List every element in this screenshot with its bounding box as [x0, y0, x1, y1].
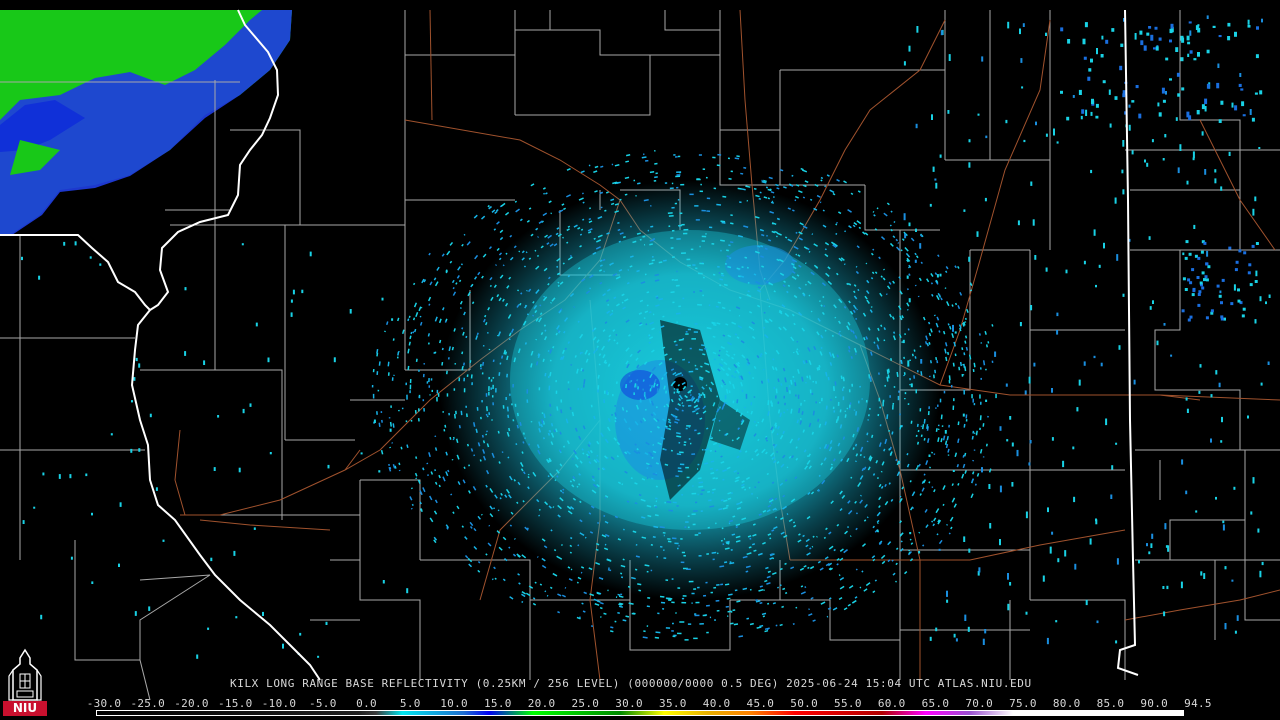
scale-label: 80.0 — [1052, 697, 1081, 710]
scale-label: -15.0 — [217, 697, 253, 710]
scale-label: -10.0 — [261, 697, 297, 710]
scale-label: 55.0 — [834, 697, 862, 710]
reflectivity-scale-labels: -30.0 -25.0 -20.0 -15.0 -10.0 -5.0 0.0 5.0 10.0 1… — [87, 697, 1212, 710]
scale-label: 40.0 — [702, 697, 731, 710]
scale-label: 70.0 — [965, 697, 994, 710]
scale-label: 25.0 — [571, 697, 600, 710]
reflectivity-color-scale — [96, 710, 1184, 716]
radar-map — [0, 0, 1280, 720]
scale-label: 10.0 — [440, 697, 468, 710]
scale-label: 50.0 — [790, 697, 819, 710]
scale-label: -20.0 — [174, 697, 209, 710]
scale-label: 85.0 — [1096, 697, 1125, 710]
scale-label: 65.0 — [921, 697, 950, 710]
scale-label: -25.0 — [130, 697, 166, 710]
scale-label: 60.0 — [877, 697, 906, 710]
scale-label: 15.0 — [483, 697, 512, 710]
scale-label: -30.0 — [86, 697, 122, 710]
scale-label: 5.0 — [399, 697, 421, 710]
scale-label: 20.0 — [527, 697, 556, 710]
scale-label: 90.0 — [1140, 697, 1169, 710]
scale-label: 94.5 — [1184, 697, 1212, 710]
scale-label: 45.0 — [746, 697, 775, 710]
scale-label: -5.0 — [308, 697, 337, 710]
scale-label: 35.0 — [659, 697, 687, 710]
scale-label: 0.0 — [356, 697, 377, 710]
niu-logo-text: NIU — [3, 701, 47, 716]
product-caption: KILX LONG RANGE BASE REFLECTIVITY (0.25K… — [230, 677, 1032, 690]
scale-label: 75.0 — [1009, 697, 1037, 710]
scale-label: 30.0 — [615, 697, 643, 710]
